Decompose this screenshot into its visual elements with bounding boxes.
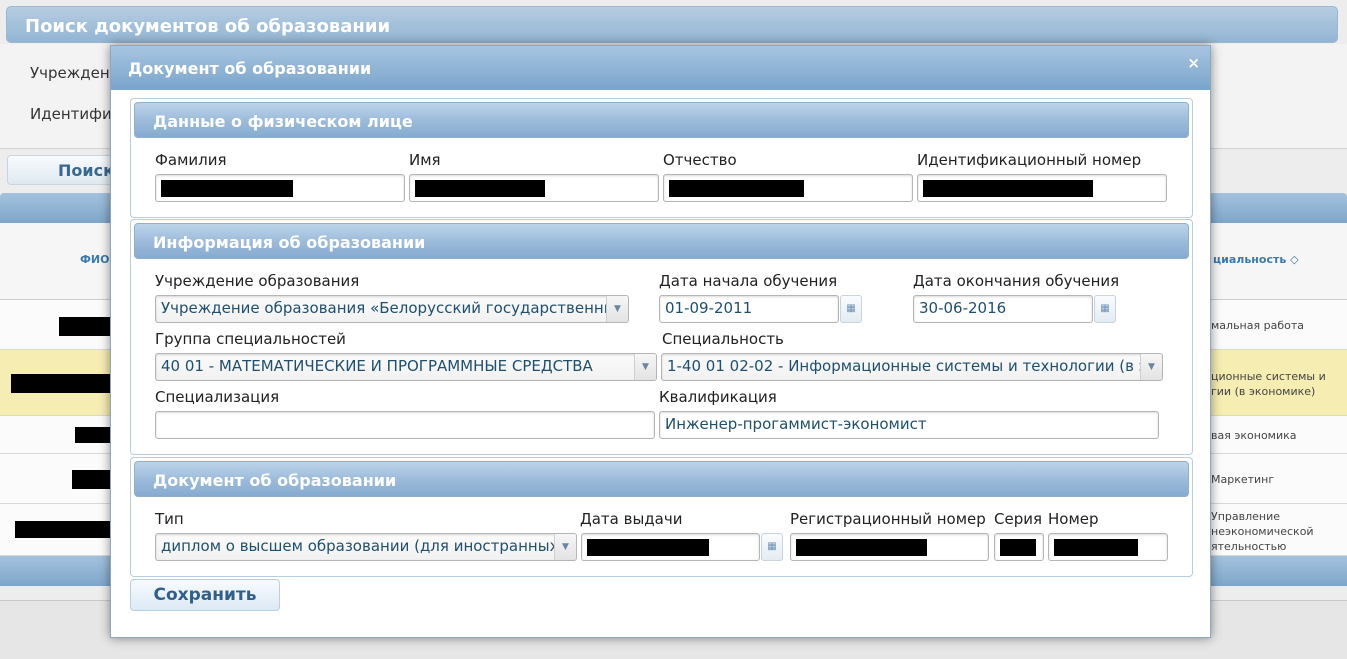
specialization-label: Специализация — [155, 388, 280, 406]
search-button[interactable]: Поиск — [7, 155, 127, 185]
name-field[interactable] — [409, 174, 659, 202]
number-label: Номер — [1048, 510, 1099, 528]
column-header-fio[interactable]: ФИО — [80, 253, 109, 266]
doc-type-select[interactable]: диплом о высшем образовании (для иностра… — [155, 533, 577, 561]
redacted-value — [923, 180, 1093, 197]
education-section-header: Информация об образовании — [134, 223, 1189, 259]
column-header-specialty-label: циальность — [1213, 253, 1287, 266]
table-cell-specialty: Управление неэкономической ятельностью — [1211, 510, 1314, 553]
series-label: Серия — [994, 510, 1042, 528]
institution-filter-label: Учреждени — [30, 64, 120, 82]
specialty-group-value: 40 01 - МАТЕМАТИЧЕСКИЕ И ПРОГРАММНЫЕ СРЕ… — [161, 357, 593, 375]
redacted-value — [415, 180, 545, 197]
id-number-field[interactable] — [917, 174, 1167, 202]
redacted-fio — [11, 374, 116, 393]
redacted-value — [796, 539, 927, 556]
redacted-value — [669, 180, 804, 197]
specialty-group-label: Группа специальностей — [155, 330, 346, 348]
end-date-label: Дата окончания обучения — [913, 272, 1120, 290]
person-section: Данные о физическом лице Фамилия Имя Отч… — [130, 98, 1193, 218]
institution-label: Учреждение образования — [155, 272, 360, 290]
table-cell-specialty: мальная работа — [1211, 319, 1304, 332]
start-date-label: Дата начала обучения — [659, 272, 838, 290]
start-date-value: 01-09-2011 — [665, 299, 753, 317]
calendar-icon[interactable]: ▦ — [761, 533, 783, 561]
redacted-value — [1000, 539, 1036, 556]
reg-number-label: Регистрационный номер — [790, 510, 986, 528]
end-date-field[interactable]: 30-06-2016 — [913, 295, 1093, 323]
dialog-titlebar: Документ об образовании × — [111, 46, 1210, 90]
redacted-value — [1054, 539, 1138, 556]
redacted-fio — [59, 317, 114, 336]
education-section: Информация об образовании Учреждение обр… — [130, 219, 1193, 455]
specialty-label: Специальность — [662, 330, 784, 348]
table-cell-specialty: Маркетинг — [1211, 473, 1275, 486]
save-button[interactable]: Сохранить — [130, 579, 280, 611]
close-icon[interactable]: × — [1187, 54, 1200, 72]
redacted-value — [587, 539, 709, 556]
issue-date-field[interactable] — [581, 533, 760, 561]
redacted-fio — [75, 427, 115, 443]
document-section-header: Документ об образовании — [134, 461, 1189, 497]
chevron-down-icon[interactable]: ▼ — [1140, 354, 1162, 380]
specialty-group-select[interactable]: 40 01 - МАТЕМАТИЧЕСКИЕ И ПРОГРАММНЫЕ СРЕ… — [155, 353, 657, 381]
column-header-specialty[interactable]: циальность ◇ — [1213, 253, 1299, 266]
issue-date-label: Дата выдачи — [580, 510, 683, 528]
series-field[interactable] — [994, 533, 1044, 561]
reg-number-field[interactable] — [790, 533, 989, 561]
qualification-field[interactable]: Инженер-прогаммист-экономист — [659, 411, 1159, 439]
qualification-value: Инженер-прогаммист-экономист — [665, 415, 927, 433]
redacted-fio — [15, 521, 115, 538]
doc-type-value: диплом о высшем образовании (для иностра… — [161, 537, 577, 555]
chevron-down-icon[interactable]: ▼ — [606, 296, 628, 322]
table-cell-specialty: вая экономика — [1211, 429, 1297, 442]
id-number-label: Идентификационный номер — [917, 151, 1142, 169]
surname-field[interactable] — [155, 174, 405, 202]
name-label: Имя — [409, 151, 441, 169]
calendar-icon[interactable]: ▦ — [840, 295, 862, 323]
qualification-label: Квалификация — [659, 388, 777, 406]
patronymic-field[interactable] — [663, 174, 913, 202]
redacted-value — [161, 180, 293, 197]
institution-select[interactable]: Учреждение образования «Белорусский госу… — [155, 295, 629, 323]
end-date-value: 30-06-2016 — [919, 299, 1007, 317]
id-filter-label: Идентифи — [30, 105, 112, 123]
specialty-select[interactable]: 1-40 01 02-02 - Информационные системы и… — [661, 353, 1163, 381]
person-section-header: Данные о физическом лице — [134, 102, 1189, 138]
institution-select-value: Учреждение образования «Белорусский госу… — [161, 299, 626, 317]
document-section: Документ об образовании Тип Дата выдачи … — [130, 457, 1193, 577]
sort-icon[interactable]: ◇ — [1290, 253, 1298, 266]
page-title: Поиск документов об образовании — [25, 16, 391, 37]
chevron-down-icon[interactable]: ▼ — [634, 354, 656, 380]
table-cell-specialty: ционные системы и гии (в экономике) — [1211, 370, 1326, 398]
start-date-field[interactable]: 01-09-2011 — [659, 295, 839, 323]
doc-type-label: Тип — [155, 510, 184, 528]
surname-label: Фамилия — [155, 151, 227, 169]
chevron-down-icon[interactable]: ▼ — [554, 534, 576, 560]
education-document-dialog: Документ об образовании × Данные о физич… — [110, 45, 1211, 638]
patronymic-label: Отчество — [663, 151, 737, 169]
page-header: Поиск документов об образовании — [6, 6, 1338, 43]
dialog-title: Документ об образовании — [128, 59, 372, 78]
calendar-icon[interactable]: ▦ — [1094, 295, 1116, 323]
specialty-value: 1-40 01 02-02 - Информационные системы и… — [667, 357, 1156, 375]
number-field[interactable] — [1048, 533, 1168, 561]
specialization-field[interactable] — [155, 411, 655, 439]
